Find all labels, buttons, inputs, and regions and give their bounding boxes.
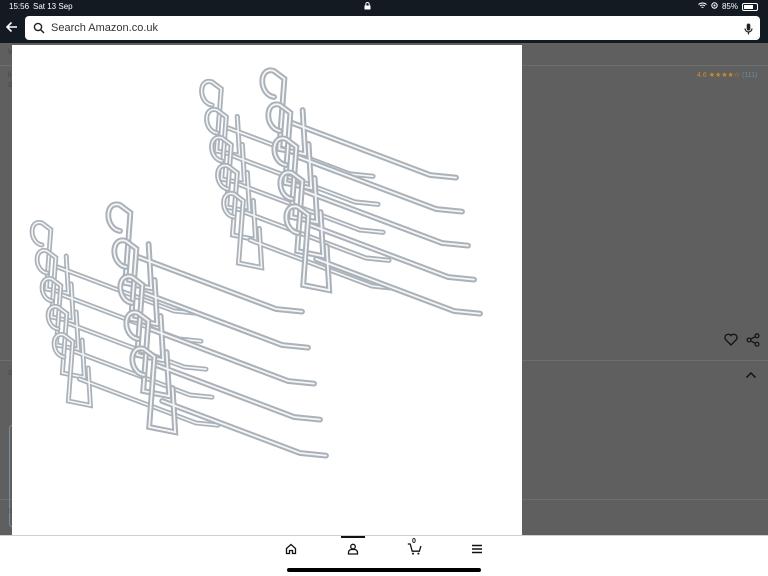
account-icon[interactable] [347,542,359,560]
search-input[interactable]: Search Amazon.co.uk [25,16,760,40]
home-icon[interactable] [285,542,297,560]
battery-percent: 85% [721,2,738,11]
microphone-icon[interactable] [744,22,753,40]
cart-icon[interactable]: 0 [407,538,422,560]
location-icon [711,2,718,11]
status-time: 15:56 [9,2,30,11]
chevron-up-icon[interactable] [745,366,757,384]
product-image-pegboard-hooks [12,45,522,536]
hook-group-lower [32,204,326,455]
active-tab-indicator [341,536,365,538]
rating-value: 4.6 [697,72,707,79]
home-indicator-bar [287,568,481,572]
status-right: 85% [698,2,758,11]
search-icon [33,22,45,34]
back-arrow-icon[interactable] [5,20,19,38]
wifi-icon [698,2,707,11]
rating-count: (111) [742,72,758,79]
top-navigation-bar: Search Amazon.co.uk [0,13,768,43]
status-date: Sat 13 Sep [33,2,73,11]
background-fragment: li [8,72,12,79]
product-rating[interactable]: 4.6 ★★★★☆ (111) [697,71,757,79]
heart-icon[interactable] [724,333,738,351]
menu-icon[interactable] [471,542,483,560]
hook-group-upper [202,70,480,313]
product-image-viewer[interactable] [12,45,522,536]
rating-stars: ★★★★☆ [708,72,741,79]
search-placeholder: Search Amazon.co.uk [51,22,159,34]
lock-icon [364,2,371,12]
battery-icon [742,2,758,11]
cart-count: 0 [412,538,416,545]
share-icon[interactable] [746,333,760,352]
bottom-navigation-bar: 0 [0,535,768,576]
status-bar: 15:56 Sat 13 Sep 85% [0,0,768,13]
